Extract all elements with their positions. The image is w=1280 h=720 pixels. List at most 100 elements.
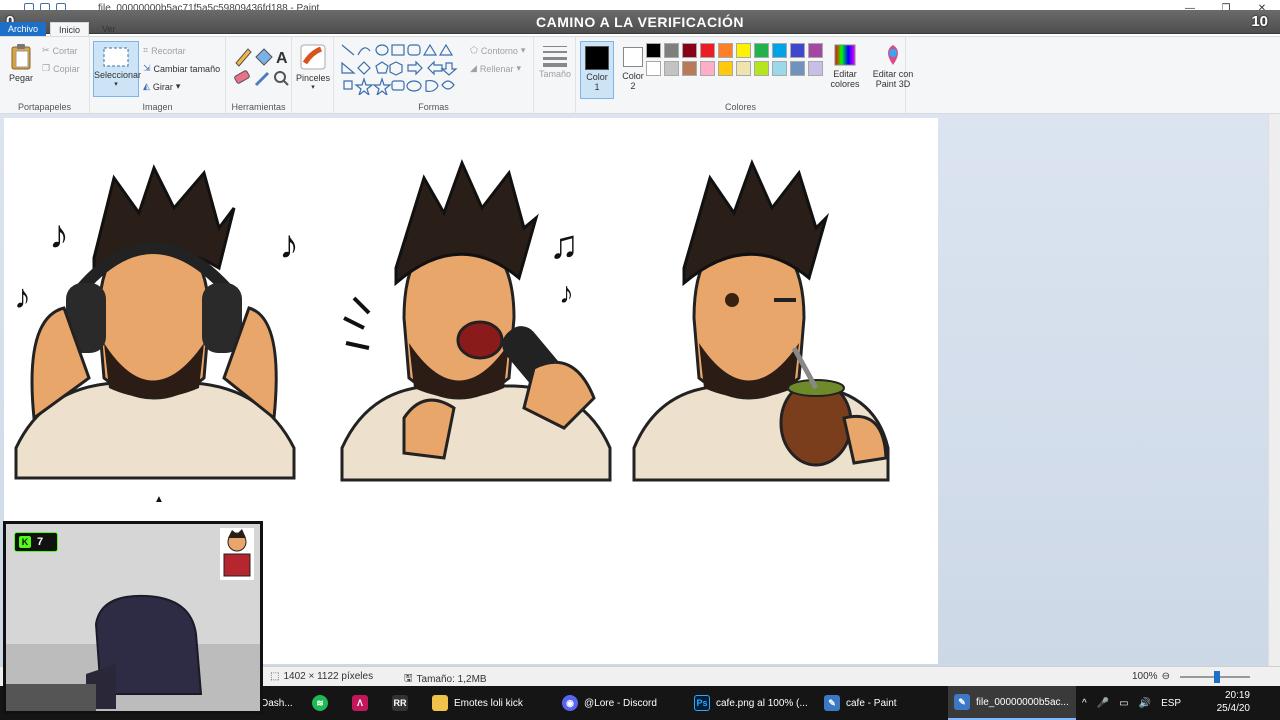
edit-paint3d-label-line2: Paint 3D (875, 79, 911, 89)
zoom-text: 100% (1132, 671, 1158, 682)
palette-swatch[interactable] (790, 61, 805, 76)
palette-swatch[interactable] (682, 61, 697, 76)
microphone-icon[interactable]: 🎤 (1097, 698, 1109, 709)
svg-text:♪: ♪ (14, 278, 31, 316)
copy-button[interactable]: ❐ Copiar (42, 63, 80, 74)
taskbar-item-photoshop[interactable]: Ps cafe.png al 100% (... (688, 686, 814, 720)
resize-icon: ⇲ (143, 63, 151, 73)
palette-swatch[interactable] (682, 43, 697, 58)
color-picker-icon[interactable] (254, 71, 270, 87)
palette-swatch[interactable] (664, 61, 679, 76)
palette-swatch[interactable] (790, 43, 805, 58)
palette-swatch[interactable] (754, 43, 769, 58)
palette-swatch[interactable] (772, 43, 787, 58)
system-tray: ^ 🎤 ▭ 🔊 ESP (1082, 686, 1181, 720)
palette-swatch[interactable] (646, 61, 661, 76)
color2-button[interactable]: Color 2 (616, 41, 650, 99)
svg-text:♪: ♪ (279, 223, 299, 267)
palette-swatch[interactable] (646, 43, 661, 58)
color1-button[interactable]: Color 1 (580, 41, 614, 99)
emote-mate (632, 158, 890, 482)
resize-button[interactable]: ⇲ Cambiar tamaño (143, 63, 220, 74)
rotate-icon: ◭ (143, 81, 150, 91)
palette-swatch[interactable] (808, 61, 823, 76)
tab-archivo[interactable]: Archivo (0, 22, 46, 36)
zoom-slider-thumb[interactable] (1214, 671, 1220, 683)
chevron-down-icon: ▾ (520, 45, 526, 55)
volume-icon[interactable]: 🔊 (1139, 698, 1151, 709)
palette-swatch[interactable] (808, 43, 823, 58)
eraser-icon[interactable] (234, 70, 250, 84)
spotify-icon: ≋ (312, 695, 328, 711)
group-tamano: Tamaño (534, 37, 576, 115)
text-icon[interactable]: A (276, 50, 288, 67)
outline-button[interactable]: ⬠ Contorno ▾ (470, 45, 525, 56)
crop-icon: ⌗ (143, 45, 149, 55)
ribbon: Pegar ✂ Cortar ❐ Copiar Portapapeles Sel… (0, 36, 1280, 115)
taskbar-item-discord[interactable]: ◉ @Lore - Discord (556, 686, 663, 720)
palette-swatch[interactable] (736, 43, 751, 58)
magnifier-icon[interactable] (274, 71, 289, 86)
shapes-gallery[interactable] (338, 41, 466, 95)
edit-colors-button[interactable]: Editar colores (826, 43, 864, 89)
fill-icon: ◢ (470, 63, 477, 73)
palette-swatch[interactable] (736, 61, 751, 76)
edit-paint3d-label-line1: Editar con (872, 69, 914, 79)
taskbar-item-spotify[interactable]: ≋ (306, 686, 334, 720)
taskbar-item-app-rr[interactable]: RR (386, 686, 414, 720)
taskbar-label-cafe-paint: cafe - Paint (846, 697, 897, 709)
svg-text:♫: ♫ (549, 223, 579, 267)
palette-swatch[interactable] (700, 43, 715, 58)
brush-icon (300, 44, 326, 70)
palette-swatch[interactable] (700, 61, 715, 76)
zoom-slider[interactable] (1180, 671, 1250, 683)
folder-icon (432, 695, 448, 711)
vertical-scrollbar[interactable] (1268, 114, 1280, 666)
resize-label: Cambiar tamaño (153, 63, 221, 74)
group-portapapeles: Pegar ✂ Cortar ❐ Copiar Portapapeles (0, 37, 90, 115)
svg-text:♪: ♪ (49, 213, 69, 257)
cut-button[interactable]: ✂ Cortar (42, 45, 78, 56)
group-label-herramientas: Herramientas (231, 102, 286, 112)
group-label-formas: Formas (418, 102, 449, 112)
fill-bucket-icon[interactable] (255, 48, 273, 66)
palette-swatch[interactable] (754, 61, 769, 76)
palette-swatch[interactable] (772, 61, 787, 76)
tab-inicio[interactable]: Inicio (50, 22, 90, 36)
zoom-out-icon[interactable]: ⊖ (1162, 671, 1170, 682)
taskbar-item-emotes-folder[interactable]: Emotes loli kick (426, 686, 529, 720)
emote-headphones: ♪ ♪ ♪ (14, 164, 299, 480)
group-label-colores: Colores (724, 102, 756, 112)
color1-label-line1: Color (586, 72, 608, 82)
edit-colors-label-line1: Editar (833, 69, 857, 79)
clock-time: 20:19 (1224, 690, 1250, 701)
crop-button[interactable]: ⌗ Recortar (143, 45, 186, 56)
clock-date: 25/4/20 (1216, 703, 1250, 714)
scissors-icon: ✂ (42, 45, 50, 55)
pencil-icon[interactable] (235, 48, 252, 67)
group-paint3d: Editar con Paint 3D (866, 37, 916, 115)
taskbar-item-file-paint[interactable]: ✎ file_00000000b5ac... (948, 686, 1076, 720)
language-indicator[interactable]: ESP (1161, 698, 1181, 709)
palette-swatch[interactable] (664, 43, 679, 58)
webcam-overlay: K 7 (3, 521, 263, 714)
size-button[interactable]: Tamaño (538, 43, 572, 79)
color2-swatch (623, 47, 643, 67)
rotate-button[interactable]: ◭ Girar ▾ (143, 81, 180, 92)
fill-button[interactable]: ◢ Rellenar ▾ (470, 63, 521, 74)
select-button[interactable]: Seleccionar ▾ (93, 41, 141, 97)
brushes-button[interactable]: Pinceles ▾ (296, 43, 330, 91)
clock[interactable]: 20:19 25/4/20 (1217, 689, 1250, 715)
paste-button[interactable]: Pegar (6, 43, 36, 83)
palette-swatch[interactable] (718, 61, 733, 76)
tab-ver[interactable]: Ver (94, 22, 124, 36)
size-label: Tamaño (538, 69, 572, 79)
svg-text:♪: ♪ (559, 277, 574, 310)
palette-swatch[interactable] (718, 43, 733, 58)
taskbar-item-app-a[interactable]: Λ (346, 686, 374, 720)
edit-paint3d-button[interactable]: Editar con Paint 3D (868, 43, 918, 89)
taskbar-item-cafe-paint[interactable]: ✎ cafe - Paint (818, 686, 903, 720)
chevron-up-icon[interactable]: ^ (1082, 698, 1087, 709)
color1-label-line2: 1 (594, 82, 600, 92)
network-icon[interactable]: ▭ (1119, 698, 1128, 709)
